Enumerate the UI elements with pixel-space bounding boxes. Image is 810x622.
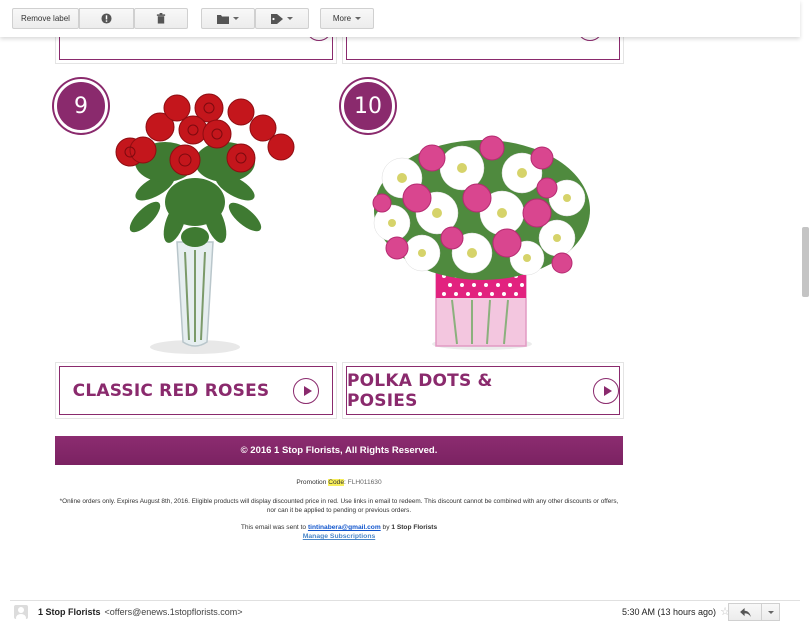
reply-button[interactable]	[728, 603, 762, 621]
avatar	[14, 604, 28, 619]
chevron-down-icon	[233, 17, 239, 20]
reply-icon	[739, 607, 751, 617]
tag-icon	[271, 13, 283, 24]
move-to-button[interactable]	[201, 8, 255, 29]
polka-dots-posies-image[interactable]	[362, 118, 602, 353]
sent-to-prefix: This email was sent to	[240, 524, 307, 531]
more-text: More	[332, 14, 352, 23]
product-name: POLKA DOTS & POSIES	[347, 370, 493, 411]
red-roses-image[interactable]	[85, 92, 305, 357]
email-view: Remove label More DARLING ROSE DELIGHT B	[0, 0, 810, 622]
promotion-code-line: Promotion Code: FLH011630	[296, 479, 382, 486]
exclamation-icon	[101, 13, 112, 24]
more-button[interactable]: More	[320, 8, 374, 29]
manage-subscriptions-link[interactable]: Manage Subscriptions	[303, 533, 376, 540]
product-card-classic-red-roses[interactable]: CLASSIC RED ROSES	[55, 362, 337, 419]
sent-to-line: This email was sent to tintinabera@gmail…	[55, 524, 623, 531]
sent-by-prefix: by	[382, 524, 390, 531]
recipient-email-link[interactable]: tintinabera@gmail.com	[308, 524, 381, 531]
message-timestamp: 5:30 AM (13 hours ago)	[621, 607, 716, 617]
delete-button[interactable]	[134, 8, 188, 29]
sent-by-name: 1 Stop Florists	[391, 524, 438, 531]
play-icon	[293, 377, 320, 404]
chevron-down-icon	[355, 17, 362, 20]
copyright-bar: © 2016 1 Stop Florists, All Rights Reser…	[55, 436, 623, 465]
product-number: 10	[354, 93, 382, 119]
labels-button[interactable]	[255, 8, 309, 29]
report-spam-button[interactable]	[79, 8, 134, 29]
sender-name: 1 Stop Florists	[38, 606, 101, 617]
chevron-down-icon	[767, 610, 774, 614]
trash-icon	[156, 13, 166, 24]
remove-label-text: Remove label	[21, 14, 70, 23]
play-icon	[593, 377, 619, 404]
sender-email: <offers@enews.1stopflorists.com>	[104, 606, 243, 617]
disclaimer-text: *Online orders only. Expires August 8th,…	[59, 498, 619, 514]
message-header[interactable]: 1 Stop Florists <offers@enews.1stopflori…	[10, 600, 800, 622]
remove-label-button[interactable]: Remove label	[12, 8, 79, 29]
promo-code: FLH011630	[347, 479, 382, 486]
folder-icon	[217, 14, 229, 24]
toolbar: Remove label More	[0, 0, 800, 37]
manage-subscriptions-line: Manage Subscriptions	[55, 533, 623, 540]
chevron-down-icon	[287, 17, 293, 20]
copyright-text: © 2016 1 Stop Florists, All Rights Reser…	[240, 445, 438, 456]
promo-code-word: Code	[328, 479, 344, 486]
scrollbar[interactable]	[800, 37, 810, 597]
product-card-polka-dots-posies[interactable]: POLKA DOTS & POSIES	[342, 362, 624, 419]
scrollbar-thumb[interactable]	[802, 227, 809, 297]
promo-label: Promotion	[296, 479, 327, 486]
message-more-button[interactable]	[762, 603, 780, 621]
product-name: CLASSIC RED ROSES	[72, 380, 270, 401]
